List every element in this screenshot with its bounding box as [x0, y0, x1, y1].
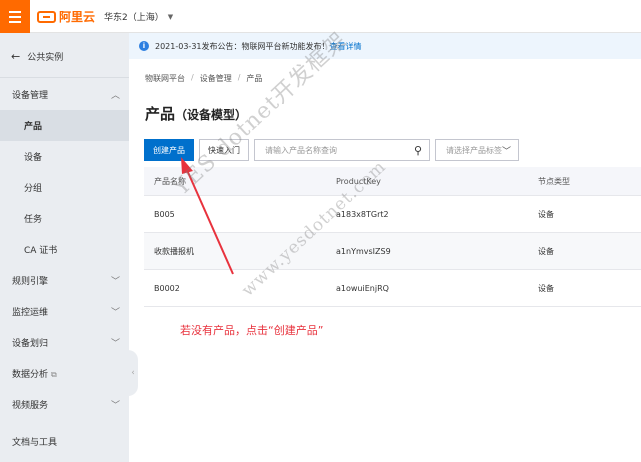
- annotation-text: 若没有产品，点击“创建产品”: [180, 324, 324, 337]
